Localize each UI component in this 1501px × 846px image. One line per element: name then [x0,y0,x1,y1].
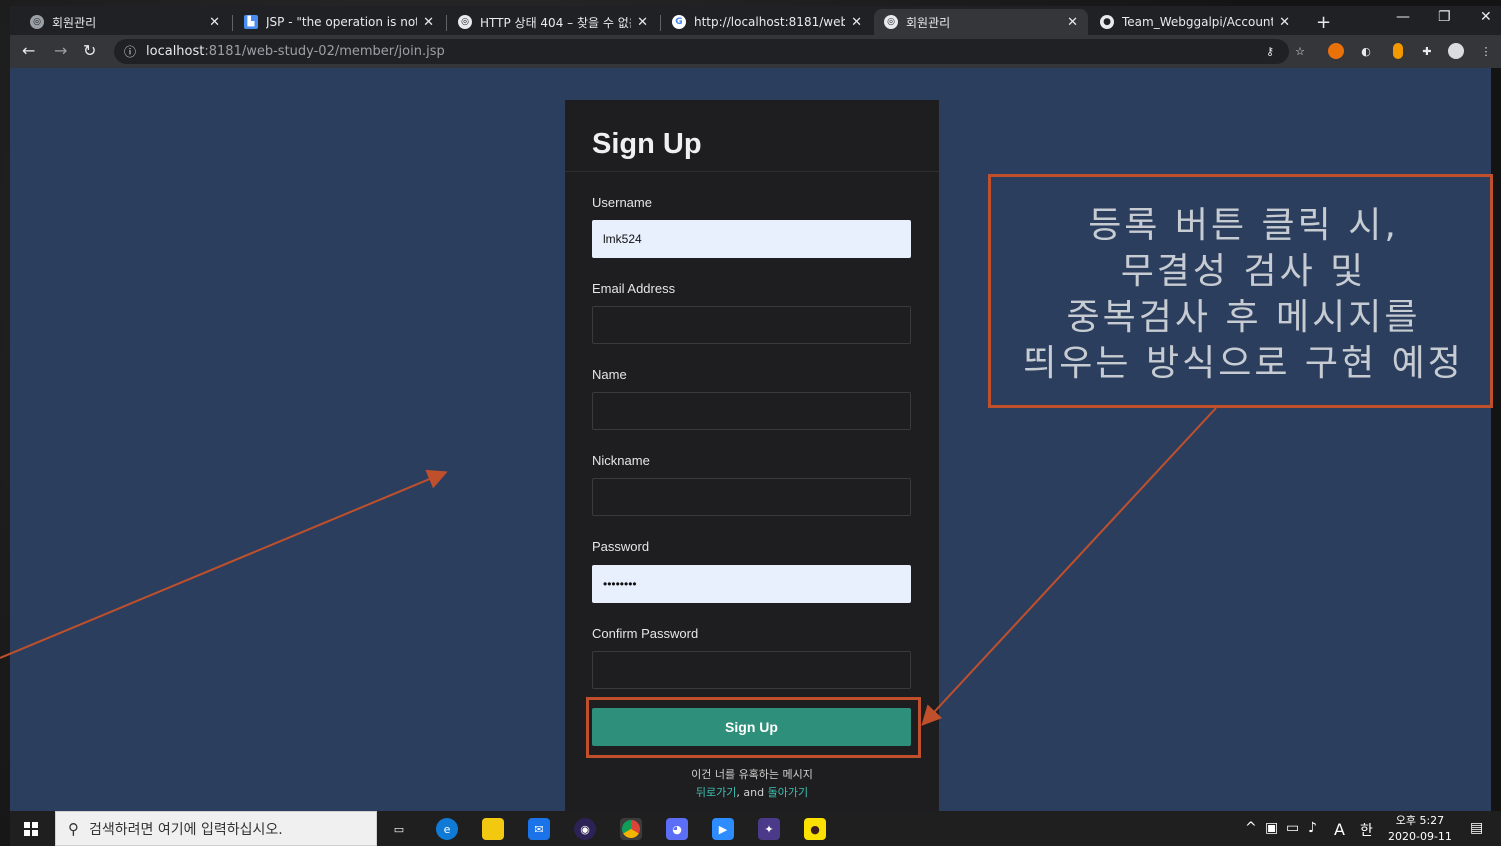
time: 오후 5:27 [1395,814,1445,827]
annotation-text: 등록 버튼 클릭 시, 무결성 검사 및 중복검사 후 메시지를 띄우는 방식으… [991,203,1496,387]
tab-github[interactable]: ● Team_Webggalpi/AccountVO ✕ [1090,9,1300,35]
annotation-line: 무결성 검사 및 [1120,251,1367,292]
form-title: Sign Up [592,128,702,160]
search-placeholder: 검색하려면 여기에 입력하십시오. [89,821,283,838]
tray-chevron-icon[interactable]: ^ [1245,820,1257,836]
globe-icon: ◎ [30,15,44,29]
puzzle-icon[interactable]: ✚ [1419,43,1435,59]
tab-title: HTTP 상태 404 – 찾을 수 없음 [480,15,632,30]
window-close-icon[interactable]: ✕ [1480,9,1492,25]
star-icon[interactable]: ☆ [1292,43,1308,59]
chrome-logo [622,820,640,838]
name-input[interactable] [592,392,911,430]
tab-title: 회원관리 [52,15,97,30]
email-label: Email Address [592,281,676,296]
discord-icon[interactable]: ◕ [666,818,688,840]
username-label: Username [592,195,652,210]
close-icon[interactable]: ✕ [1279,15,1290,30]
url-host: localhost [146,44,205,59]
button-highlight-box [586,697,921,758]
close-icon[interactable]: ✕ [1067,15,1078,30]
globe-icon: ◎ [884,15,898,29]
notification-icon[interactable]: ▤ [1470,820,1483,836]
info-icon[interactable]: ⓘ [124,43,136,60]
chrome-icon[interactable] [620,818,642,840]
password-label: Password [592,539,650,554]
new-tab-button[interactable]: + [1316,12,1331,33]
game-icon[interactable]: ✦ [758,818,780,840]
task-view-icon[interactable]: ▭ [388,818,410,840]
extension-icon[interactable] [1328,43,1344,59]
tab-http404[interactable]: ◎ HTTP 상태 404 – 찾을 수 없음 ✕ [448,9,658,35]
mail-icon[interactable]: ✉ [528,818,550,840]
confirm-password-input[interactable] [592,651,911,689]
restore-icon[interactable]: ❐ [1438,9,1451,25]
browser-toolbar: ← → ↻ ⓘ localhost :8181/web-study-02/mem… [10,35,1501,68]
confirm-password-label: Confirm Password [592,626,699,641]
annotation-line: 띄우는 방식으로 구현 예정 [1023,343,1464,384]
address-bar[interactable]: ⓘ localhost :8181/web-study-02/member/jo… [114,39,1289,64]
tab-title: Team_Webggalpi/AccountVO [1122,15,1274,29]
tab-member-active[interactable]: ◎ 회원관리 ✕ [874,9,1088,35]
annotation-callout: 등록 버튼 클릭 시, 무결성 검사 및 중복검사 후 메시지를 띄우는 방식으… [988,174,1493,408]
menu-icon[interactable]: ⋮ [1478,43,1494,59]
input-lang[interactable]: A [1334,820,1345,839]
footer-separator: , and [736,786,768,799]
annotation-line: 등록 버튼 클릭 시, [1088,205,1399,246]
network-icon[interactable]: ▭ [1286,820,1299,836]
avatar[interactable] [1448,43,1464,59]
forward-icon[interactable]: → [54,41,67,60]
tab-localhost[interactable]: G http://localhost:8181/web-stu ✕ [662,9,872,35]
email-input[interactable] [592,306,911,344]
windows-start-icon[interactable] [24,822,38,836]
back-link[interactable]: 뒤로가기 [696,786,736,799]
date: 2020-09-11 [1388,830,1452,843]
footer-message: 이건 너를 유혹하는 메시지 [691,768,813,781]
kakaotalk-icon[interactable]: ● [804,818,826,840]
doc-icon: ▙ [244,15,258,29]
google-icon: G [672,15,686,29]
minimize-icon[interactable]: — [1396,9,1410,25]
reload-icon[interactable]: ↻ [83,41,96,60]
tab-title: http://localhost:8181/web-stu [694,15,846,29]
footer-links: 뒤로가기, and 돌아가기 [565,784,939,800]
nickname-label: Nickname [592,453,650,468]
username-input[interactable] [592,220,911,258]
return-link[interactable]: 돌아가기 [768,786,808,799]
name-label: Name [592,367,627,382]
tab-separator [232,15,233,31]
close-icon[interactable]: ✕ [423,15,434,30]
edge-icon[interactable]: e [436,818,458,840]
back-icon[interactable]: ← [22,41,35,60]
tab-strip: ◎ 회원관리 ✕ ▙ JSP - "the operation is not a… [10,6,1501,35]
globe-icon: ◎ [458,15,472,29]
extension-icon[interactable]: ◐ [1358,43,1374,59]
windows-taskbar: ⚲ 검색하려면 여기에 입력하십시오. ▭ e ✉ ◉ ◕ ▶ ✦ ● ^ ▣ … [10,811,1501,846]
clock[interactable]: 오후 5:27 2020-09-11 [1388,813,1452,845]
ime-mode[interactable]: 한 [1360,820,1373,840]
taskbar-search[interactable]: ⚲ 검색하려면 여기에 입력하십시오. [55,811,377,846]
search-icon: ⚲ [68,819,79,838]
github-icon: ● [1100,15,1114,29]
close-icon[interactable]: ✕ [637,15,648,30]
password-input[interactable] [592,565,911,603]
url-path: :8181/web-study-02/member/join.jsp [204,44,445,59]
nickname-input[interactable] [592,478,911,516]
tab-jsp[interactable]: ▙ JSP - "the operation is not ap ✕ [234,9,444,35]
eclipse-icon[interactable]: ◉ [574,818,596,840]
extension-icon[interactable] [1393,43,1403,59]
tray-app-icon[interactable]: ▣ [1265,820,1278,836]
annotation-line: 중복검사 후 메시지를 [1066,297,1421,338]
close-icon[interactable]: ✕ [851,15,862,30]
close-icon[interactable]: ✕ [209,15,220,30]
key-icon[interactable]: ⚷ [1262,43,1278,59]
file-explorer-icon[interactable] [482,818,504,840]
tab-title: JSP - "the operation is not ap [266,15,417,29]
tab-separator [660,15,661,31]
tab-title: 회원관리 [906,15,951,30]
tab-member-1[interactable]: ◎ 회원관리 ✕ [20,9,230,35]
volume-muted-icon[interactable]: ♪ [1308,820,1317,836]
tab-separator [446,15,447,31]
zoom-icon[interactable]: ▶ [712,818,734,840]
